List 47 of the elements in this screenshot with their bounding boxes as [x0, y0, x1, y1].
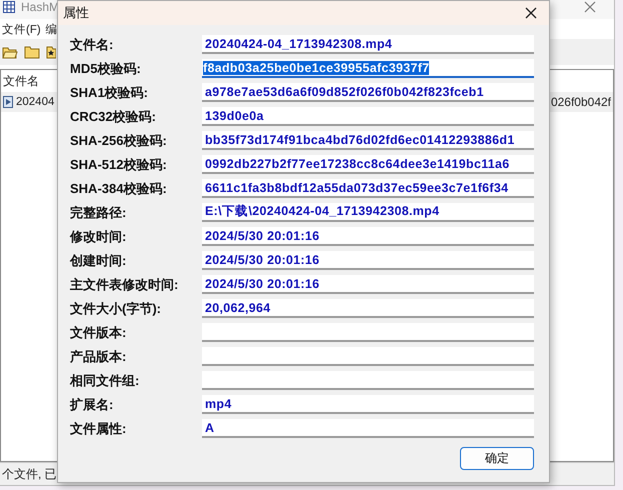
text-field[interactable]	[202, 323, 534, 342]
file-name-cell: 202404	[16, 96, 54, 108]
text-field[interactable]: 139d0e0a	[202, 107, 534, 126]
dialog-title: 属性	[63, 4, 89, 22]
text-field[interactable]: 2024/5/30 20:01:16	[202, 227, 534, 246]
text-field[interactable]: 2024/5/30 20:01:16	[202, 251, 534, 270]
field-label: SHA1校验码:	[70, 84, 150, 102]
field-label: SHA-384校验码:	[70, 180, 168, 198]
field-label: MD5校验码:	[70, 60, 142, 78]
text-field[interactable]: mp4	[202, 395, 534, 414]
text-field[interactable]: A	[202, 419, 534, 438]
folder-icon[interactable]	[24, 45, 40, 59]
field-label: SHA-256校验码:	[70, 132, 168, 150]
hash-cell: 026f0b042f	[550, 95, 611, 109]
status-text: 个文件, 已	[2, 466, 57, 482]
field-label: 相同文件组:	[70, 372, 140, 390]
field-label: 主文件表修改时间:	[70, 276, 180, 294]
text-field[interactable]: 2024/5/30 20:01:16	[202, 275, 534, 294]
text-field[interactable]: 20240424-04_1713942308.mp4	[202, 35, 534, 54]
text-field[interactable]: a978e7ae53d6a6f09d852f026f0b042f823fceb1	[202, 83, 534, 102]
text-field[interactable]: 6611c1fa3b8bdf12a55da073d37ec59ee3c7e1f6f34	[202, 179, 534, 198]
text-field[interactable]: E:\下载\20240424-04_1713942308.mp4	[202, 203, 534, 222]
field-label: 完整路径:	[70, 204, 128, 222]
text-field[interactable]	[202, 371, 534, 390]
menu-item[interactable]: 文件(F)	[2, 22, 41, 36]
field-label: 产品版本:	[70, 348, 128, 366]
menu-item[interactable]: 编	[46, 22, 58, 36]
ok-button[interactable]: 确定	[460, 447, 534, 470]
text-field[interactable]: bb35f73d174f91bca4bd76d02fd6ec01412293886d1	[202, 131, 534, 150]
field-label: 文件名:	[70, 36, 114, 54]
field-label: 创建时间:	[70, 252, 128, 270]
field-label: 文件版本:	[70, 324, 128, 342]
field-label: 文件大小(字节):	[70, 300, 162, 318]
field-label: CRC32校验码:	[70, 108, 157, 126]
field-label: 文件属性:	[70, 420, 128, 438]
text-field[interactable]: f8adb03a25be0be1ce39955afc3937f7	[202, 59, 534, 78]
field-label: SHA-512校验码:	[70, 156, 168, 174]
column-header[interactable]: 文件名	[3, 72, 39, 90]
close-icon[interactable]	[525, 7, 537, 19]
field-label: 扩展名:	[70, 396, 114, 414]
open-folder-icon[interactable]	[2, 45, 18, 59]
text-field[interactable]: 0992db227b2f77ee17238cc8c64dee3e1419bc11a6	[202, 155, 534, 174]
text-field[interactable]	[202, 347, 534, 366]
star-folder-icon[interactable]	[46, 45, 56, 59]
video-file-icon	[3, 96, 13, 108]
text-field[interactable]: 20,062,964	[202, 299, 534, 318]
field-label: 修改时间:	[70, 228, 128, 246]
